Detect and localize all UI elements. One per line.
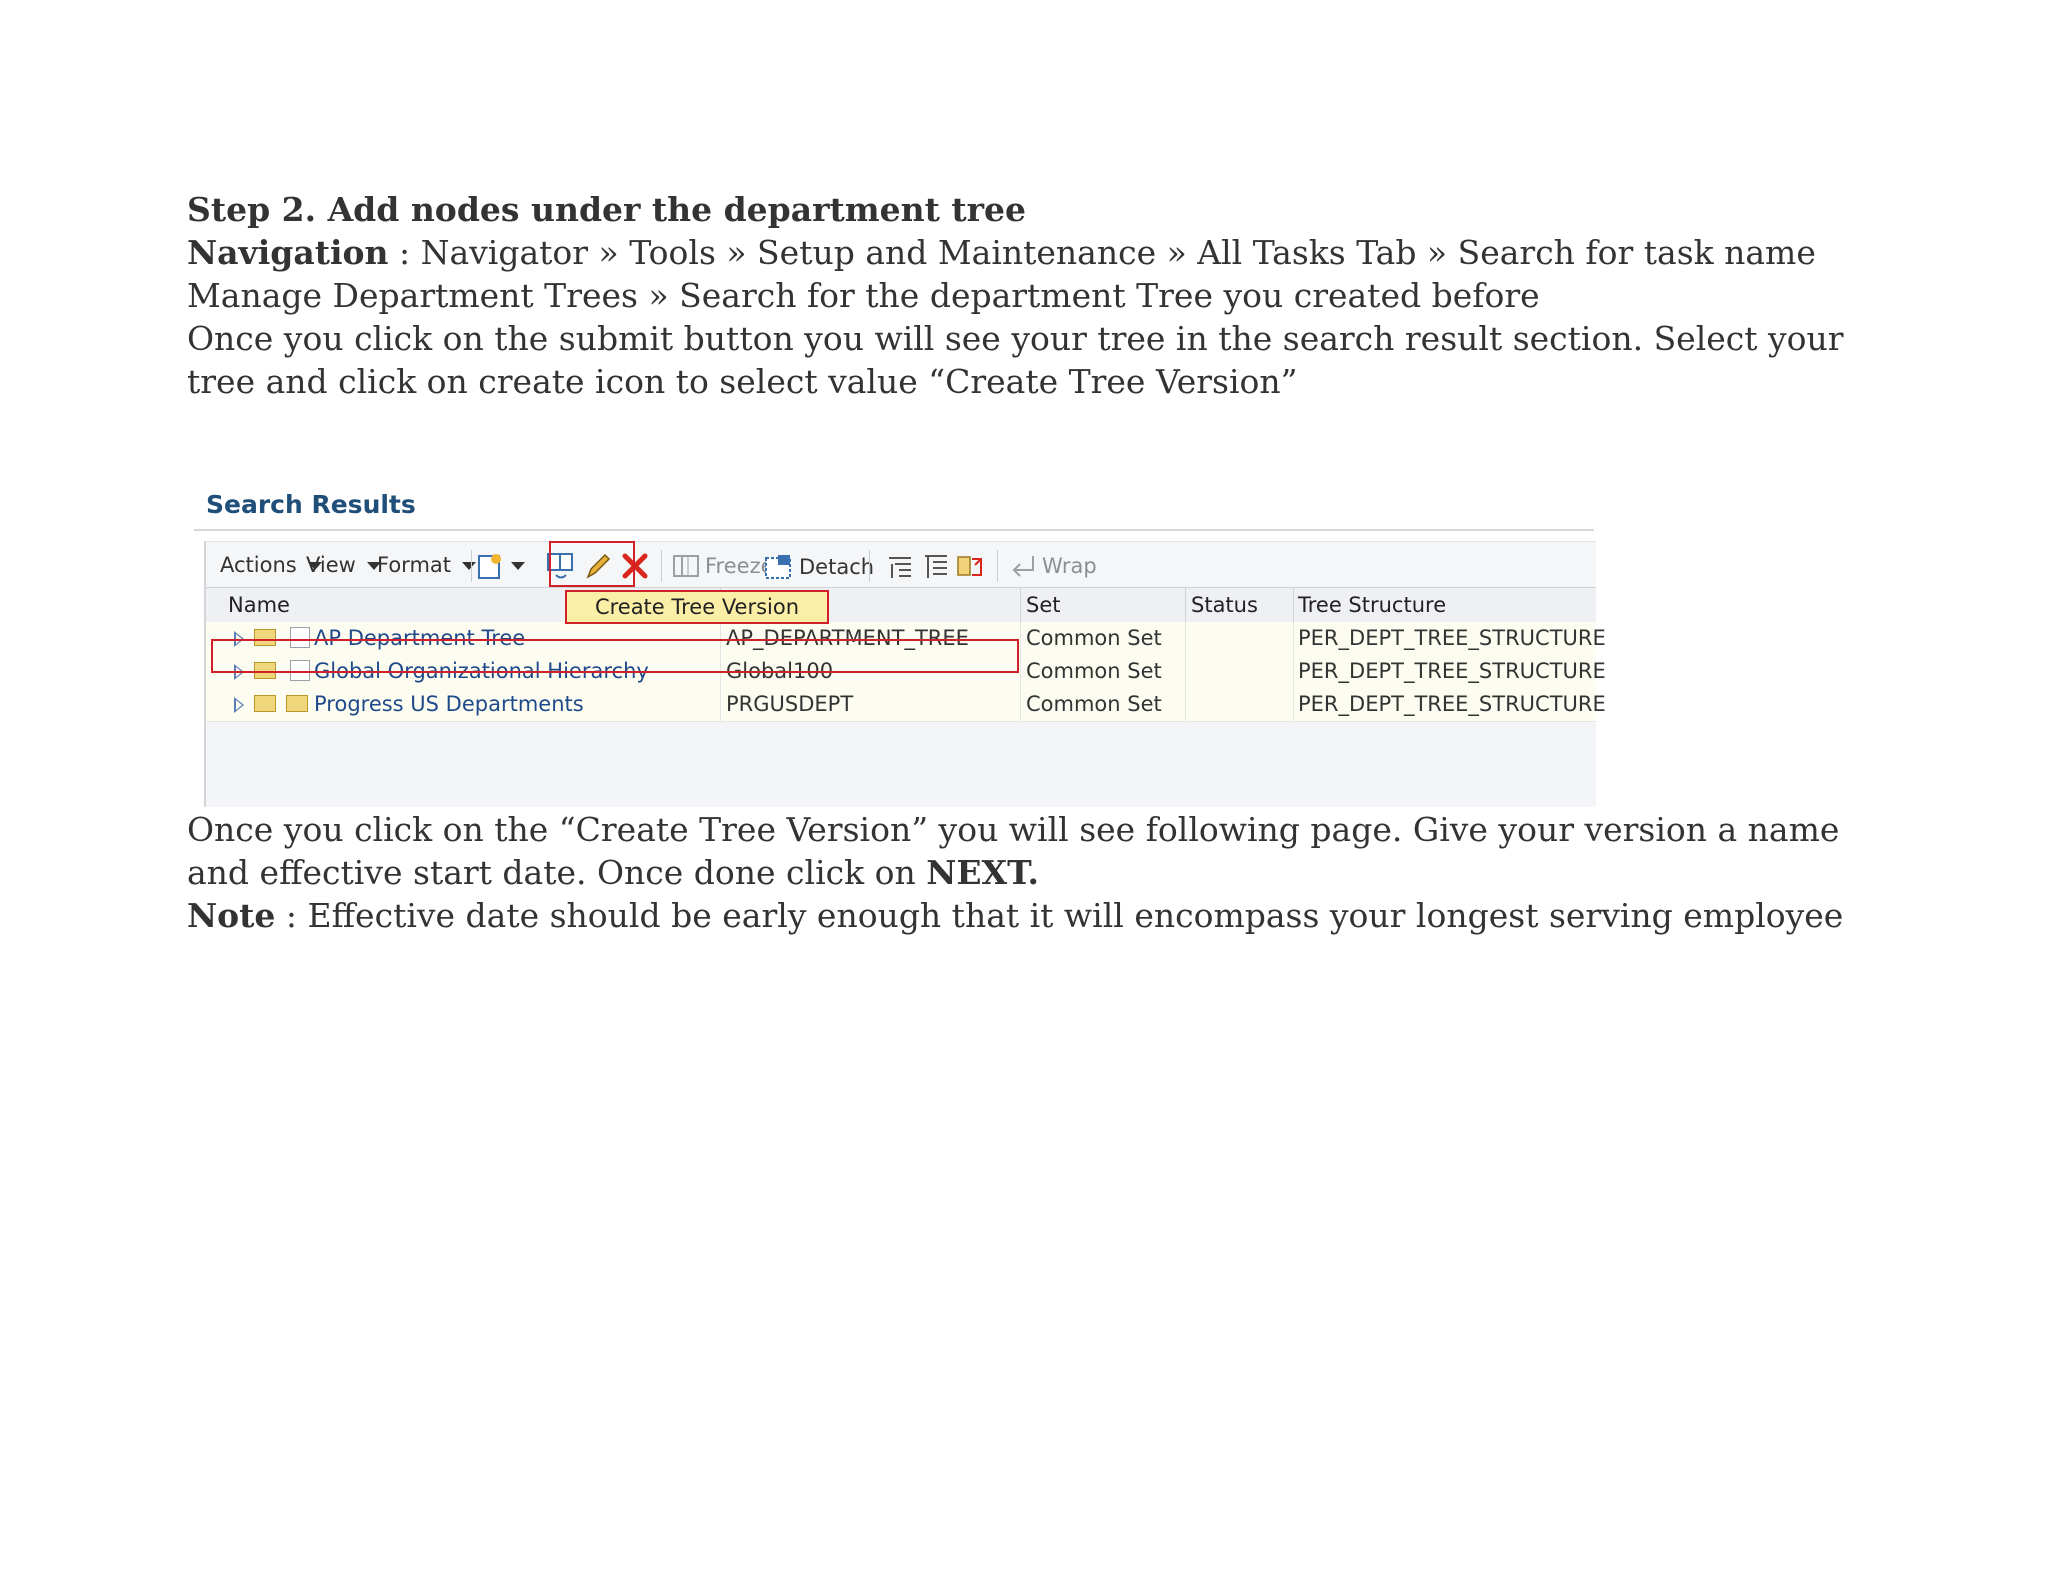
chevron-down-icon [511, 562, 525, 570]
column-divider [1020, 655, 1021, 688]
sort-ascending-icon [889, 557, 911, 578]
column-divider [1185, 622, 1186, 655]
follow-up-paragraph: Once you click on the “Create Tree Versi… [187, 808, 1887, 894]
next-label: NEXT. [926, 853, 1039, 892]
navigation-text: : Navigator » Tools » Setup and Maintena… [187, 233, 1816, 315]
detach-button[interactable]: Detach [764, 553, 874, 581]
tree-structure: PER_DEPT_TREE_STRUCTURE [1298, 692, 1606, 716]
freeze-icon [673, 555, 699, 577]
column-divider [1185, 688, 1186, 721]
sort-ascending-button[interactable] [882, 549, 916, 583]
tree-set: Common Set [1026, 692, 1162, 716]
freeze-button[interactable]: Freeze [672, 553, 774, 579]
reorder-columns-icon [957, 556, 982, 576]
sort-descending-icon [925, 555, 947, 578]
create-button[interactable] [473, 549, 507, 583]
create-button-highlight [549, 541, 635, 587]
wrap-label: Wrap [1042, 554, 1097, 578]
create-tree-version-tooltip[interactable]: Create Tree Version [565, 590, 829, 624]
column-divider [1185, 655, 1186, 688]
tree-set: Common Set [1026, 659, 1162, 683]
wrap-icon [1012, 556, 1034, 577]
tree-code: PRGUSDEPT [726, 692, 854, 716]
navigation-paragraph: Navigation : Navigator » Tools » Setup a… [187, 231, 1887, 317]
tree-name-link[interactable]: Progress US Departments [314, 692, 584, 716]
detach-icon [765, 555, 791, 579]
column-divider [1020, 688, 1021, 721]
column-header-tree-structure[interactable]: Tree Structure [1298, 593, 1446, 617]
toolbar-separator [869, 550, 870, 582]
open-folder-icon [286, 695, 308, 712]
column-divider [720, 688, 721, 721]
toolbar-separator [997, 550, 998, 582]
document-body: Step 2. Add nodes under the department t… [187, 188, 1887, 403]
column-divider [1185, 588, 1186, 622]
expand-icon[interactable] [234, 697, 244, 713]
create-icon [478, 554, 501, 579]
format-label: Format [377, 553, 452, 577]
results-toolbar: Actions View Format Freeze Detach Wrap [206, 541, 1596, 588]
toolbar-separator [661, 550, 662, 582]
tree-set: Common Set [1026, 626, 1162, 650]
selected-row-highlight [211, 639, 1019, 673]
note-label: Note [187, 896, 276, 935]
search-results-screenshot: Search Results Actions View Format Freez… [194, 487, 1606, 807]
column-divider [1293, 622, 1294, 655]
view-label: View [306, 553, 356, 577]
step-heading: Step 2. Add nodes under the department t… [187, 190, 1027, 229]
column-header-name[interactable]: Name [228, 593, 290, 617]
results-table-header: Name Set Status Tree Structure [206, 587, 1596, 623]
column-divider [1293, 588, 1294, 622]
view-menu[interactable]: View [306, 553, 381, 577]
column-header-status[interactable]: Status [1191, 593, 1258, 617]
table-row[interactable]: Progress US Departments PRGUSDEPT Common… [206, 688, 1606, 722]
sort-descending-button[interactable] [918, 549, 952, 583]
wrap-button[interactable]: Wrap [1009, 553, 1097, 579]
column-header-set[interactable]: Set [1026, 593, 1060, 617]
column-divider [1020, 588, 1021, 622]
column-divider [1293, 688, 1294, 721]
format-menu[interactable]: Format [377, 553, 477, 577]
note-text: : Effective date should be early enough … [275, 896, 1844, 935]
column-divider [1020, 622, 1021, 655]
create-menu-dropdown[interactable] [508, 549, 528, 583]
title-divider [194, 529, 1594, 531]
note-paragraph: Note : Effective date should be early en… [187, 894, 1887, 937]
document-body-continued: Once you click on the “Create Tree Versi… [187, 808, 1887, 937]
reorder-columns-button[interactable] [953, 549, 987, 583]
tree-structure: PER_DEPT_TREE_STRUCTURE [1298, 626, 1606, 650]
instruction-paragraph: Once you click on the submit button you … [187, 319, 1844, 401]
navigation-label: Navigation [187, 233, 389, 272]
toolbar-separator [471, 550, 472, 582]
search-results-title: Search Results [206, 490, 416, 519]
folder-icon [254, 695, 276, 712]
actions-label: Actions [220, 553, 297, 577]
column-divider [1293, 655, 1294, 688]
detach-label: Detach [799, 555, 875, 579]
results-panel: Actions View Format Freeze Detach Wrap C… [204, 541, 1606, 807]
tree-structure: PER_DEPT_TREE_STRUCTURE [1298, 659, 1606, 683]
